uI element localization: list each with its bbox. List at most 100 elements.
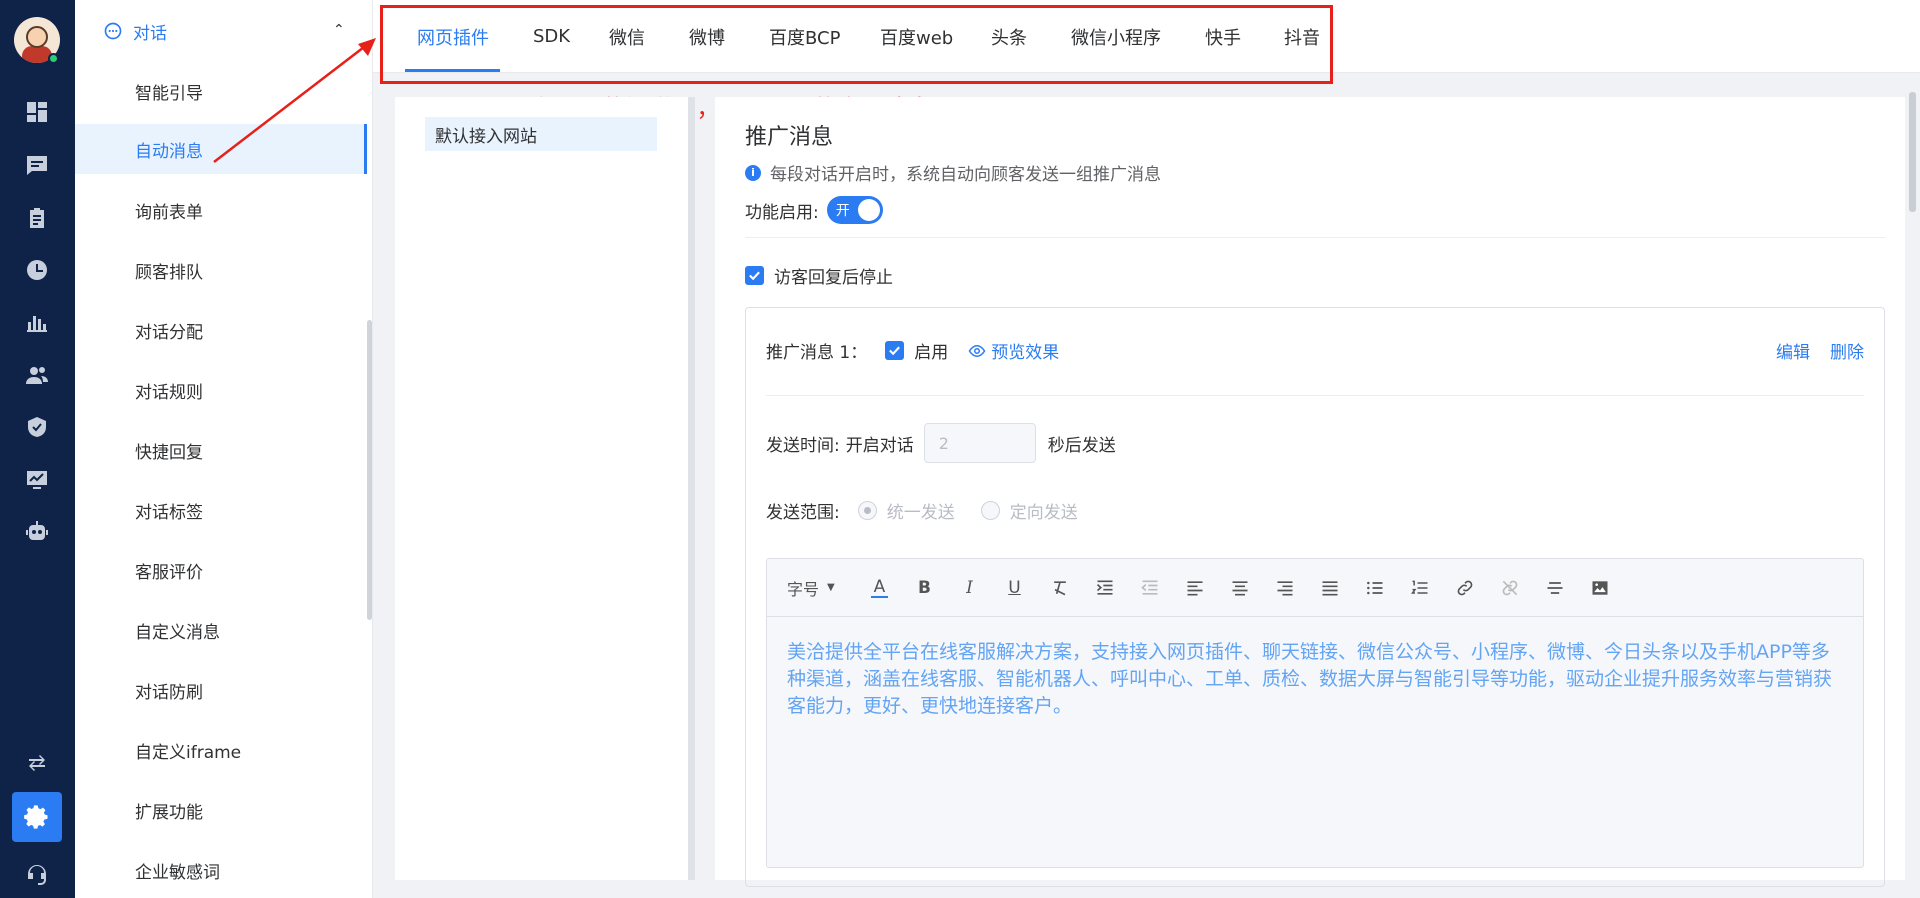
- tab-toutiao[interactable]: 头条: [991, 0, 1027, 73]
- caret-down-icon: ▼: [827, 582, 835, 593]
- info-icon: i: [745, 164, 761, 181]
- clear-format-icon[interactable]: [1037, 573, 1082, 603]
- dashboard-icon[interactable]: [22, 97, 52, 127]
- tab-baidu-bcp[interactable]: 百度BCP: [769, 0, 840, 73]
- stop-on-reply-row[interactable]: 访客回复后停止: [745, 263, 893, 288]
- feature-enable-toggle[interactable]: 开: [826, 196, 883, 224]
- chat-bubble-icon: [104, 22, 122, 40]
- link-icon[interactable]: [1442, 573, 1487, 603]
- monitor-icon[interactable]: [22, 465, 52, 495]
- preview-label: 预览效果: [991, 343, 1060, 363]
- promo-card-actions: 编辑 删除: [1776, 338, 1864, 363]
- menu-item-tags[interactable]: 对话标签: [75, 485, 367, 535]
- headset-icon[interactable]: [22, 860, 52, 890]
- contacts-icon[interactable]: [22, 360, 52, 390]
- text-color-icon[interactable]: A: [857, 573, 902, 603]
- menu-item-custom-iframe[interactable]: 自定义iframe: [75, 725, 367, 775]
- align-justify-icon[interactable]: [1307, 573, 1352, 603]
- menu-item-rules[interactable]: 对话规则: [75, 365, 367, 415]
- send-delay-input[interactable]: 2: [923, 423, 1036, 463]
- outdent-icon[interactable]: [1127, 573, 1172, 603]
- menu-item-rating[interactable]: 客服评价: [75, 545, 367, 595]
- tab-douyin[interactable]: 抖音: [1284, 0, 1320, 73]
- online-status-dot: [48, 53, 59, 64]
- promo-card-label: 推广消息 1：: [766, 343, 868, 363]
- section-description: i 每段对话开启时，系统自动向顾客发送一组推广消息: [745, 160, 1161, 185]
- settings-icon[interactable]: [12, 792, 62, 842]
- tab-web-plugin[interactable]: 网页插件: [417, 0, 489, 73]
- send-time-row: 发送时间: 开启对话 2 秒后发送: [766, 423, 1116, 463]
- menu-item-queue[interactable]: 顾客排队: [75, 245, 367, 295]
- tab-kuaishou[interactable]: 快手: [1205, 0, 1241, 73]
- send-time-prefix: 开启对话: [845, 435, 914, 456]
- card-divider: [766, 395, 1864, 396]
- menu-item-extensions[interactable]: 扩展功能: [75, 785, 367, 835]
- stop-on-reply-checkbox[interactable]: [745, 266, 764, 285]
- editor-toolbar: 字号 ▼ A B I U: [767, 559, 1863, 617]
- underline-icon[interactable]: U: [992, 573, 1037, 603]
- clipboard-icon[interactable]: [22, 203, 52, 233]
- preview-link[interactable]: 预览效果: [968, 338, 1059, 363]
- tab-wechat-mini-program[interactable]: 微信小程序: [1071, 0, 1161, 73]
- radio-targeted-send[interactable]: 定向发送: [980, 498, 1078, 523]
- page-scrollbar[interactable]: [1909, 92, 1916, 212]
- shield-icon[interactable]: [22, 412, 52, 442]
- promo-enable-checkbox[interactable]: [885, 341, 905, 360]
- radio-targeted-label: 定向发送: [1009, 503, 1078, 523]
- promo-card-header: 推广消息 1： 启用 预览效果: [766, 338, 1059, 363]
- feature-enable-row: 功能启用: 开: [745, 196, 883, 224]
- menu-item-quick-reply[interactable]: 快捷回复: [75, 425, 367, 475]
- eye-icon: [968, 344, 986, 357]
- radio-unified-send[interactable]: 统一发送: [857, 498, 955, 523]
- stop-on-reply-label: 访客回复后停止: [774, 268, 893, 288]
- site-item-default[interactable]: 默认接入网站: [425, 117, 657, 151]
- editor-content[interactable]: 美洽提供全平台在线客服解决方案，支持接入网页插件、聊天链接、微信公众号、小程序、…: [787, 639, 1847, 720]
- align-center-icon[interactable]: [1217, 573, 1262, 603]
- bar-chart-icon[interactable]: [22, 307, 52, 337]
- bold-icon[interactable]: B: [902, 573, 947, 603]
- font-size-dropdown[interactable]: 字号 ▼: [787, 573, 857, 603]
- tab-baidu-web[interactable]: 百度web: [880, 0, 953, 73]
- radio-unified-label: 统一发送: [886, 503, 955, 523]
- menu-group-chat[interactable]: 对话: [103, 18, 167, 44]
- delete-link[interactable]: 删除: [1830, 338, 1864, 363]
- italic-icon[interactable]: I: [947, 573, 992, 603]
- auto-message-content: 推广消息 i 每段对话开启时，系统自动向顾客发送一组推广消息 功能启用: 开 访…: [715, 97, 1905, 887]
- menu-item-pre-chat-form[interactable]: 询前表单: [75, 185, 367, 235]
- section-description-text: 每段对话开启时，系统自动向顾客发送一组推广消息: [770, 165, 1161, 185]
- font-size-label: 字号: [787, 579, 820, 599]
- divider: [745, 237, 1885, 238]
- align-left-icon[interactable]: [1172, 573, 1217, 603]
- menu-item-anti-spam[interactable]: 对话防刷: [75, 665, 367, 715]
- clock-icon[interactable]: [22, 255, 52, 285]
- tab-weibo[interactable]: 微博: [689, 0, 725, 73]
- image-icon[interactable]: [1577, 573, 1622, 603]
- edit-link[interactable]: 编辑: [1776, 338, 1810, 363]
- menu-scrollbar[interactable]: [367, 320, 372, 620]
- menu-item-assignment[interactable]: 对话分配: [75, 305, 367, 355]
- bullet-list-icon[interactable]: [1352, 573, 1397, 603]
- send-time-label: 发送时间:: [766, 435, 840, 456]
- robot-icon[interactable]: [22, 517, 52, 547]
- promo-message-card: 推广消息 1： 启用 预览效果 编辑 删除 发送时间: 开启对话 2 秒后发送 …: [745, 307, 1885, 887]
- align-right-icon[interactable]: [1262, 573, 1307, 603]
- menu-group-label: 对话: [133, 23, 167, 44]
- menu-item-sensitive-words[interactable]: 企业敏感词: [75, 845, 367, 895]
- channel-tabs: 网页插件 SDK 微信 微博 百度BCP 百度web 头条 微信小程序 快手 抖…: [373, 0, 1920, 73]
- chat-icon[interactable]: [22, 150, 52, 180]
- send-time-suffix: 秒后发送: [1047, 435, 1116, 456]
- unlink-icon[interactable]: [1487, 573, 1532, 603]
- numbered-list-icon[interactable]: [1397, 573, 1442, 603]
- tab-sdk[interactable]: SDK: [533, 0, 570, 73]
- active-tab-indicator: [405, 69, 500, 72]
- send-range-row: 发送范围: 统一发送 定向发送: [766, 498, 1078, 523]
- feature-enable-label: 功能启用:: [745, 202, 819, 223]
- horizontal-rule-icon[interactable]: [1532, 573, 1577, 603]
- icon-rail: [0, 0, 75, 898]
- swap-icon[interactable]: [22, 748, 52, 778]
- menu-item-custom-message[interactable]: 自定义消息: [75, 605, 367, 655]
- tab-wechat[interactable]: 微信: [609, 0, 645, 73]
- site-panel-scrollbar[interactable]: [688, 97, 695, 880]
- indent-icon[interactable]: [1082, 573, 1127, 603]
- promo-enable-label: 启用: [914, 343, 949, 363]
